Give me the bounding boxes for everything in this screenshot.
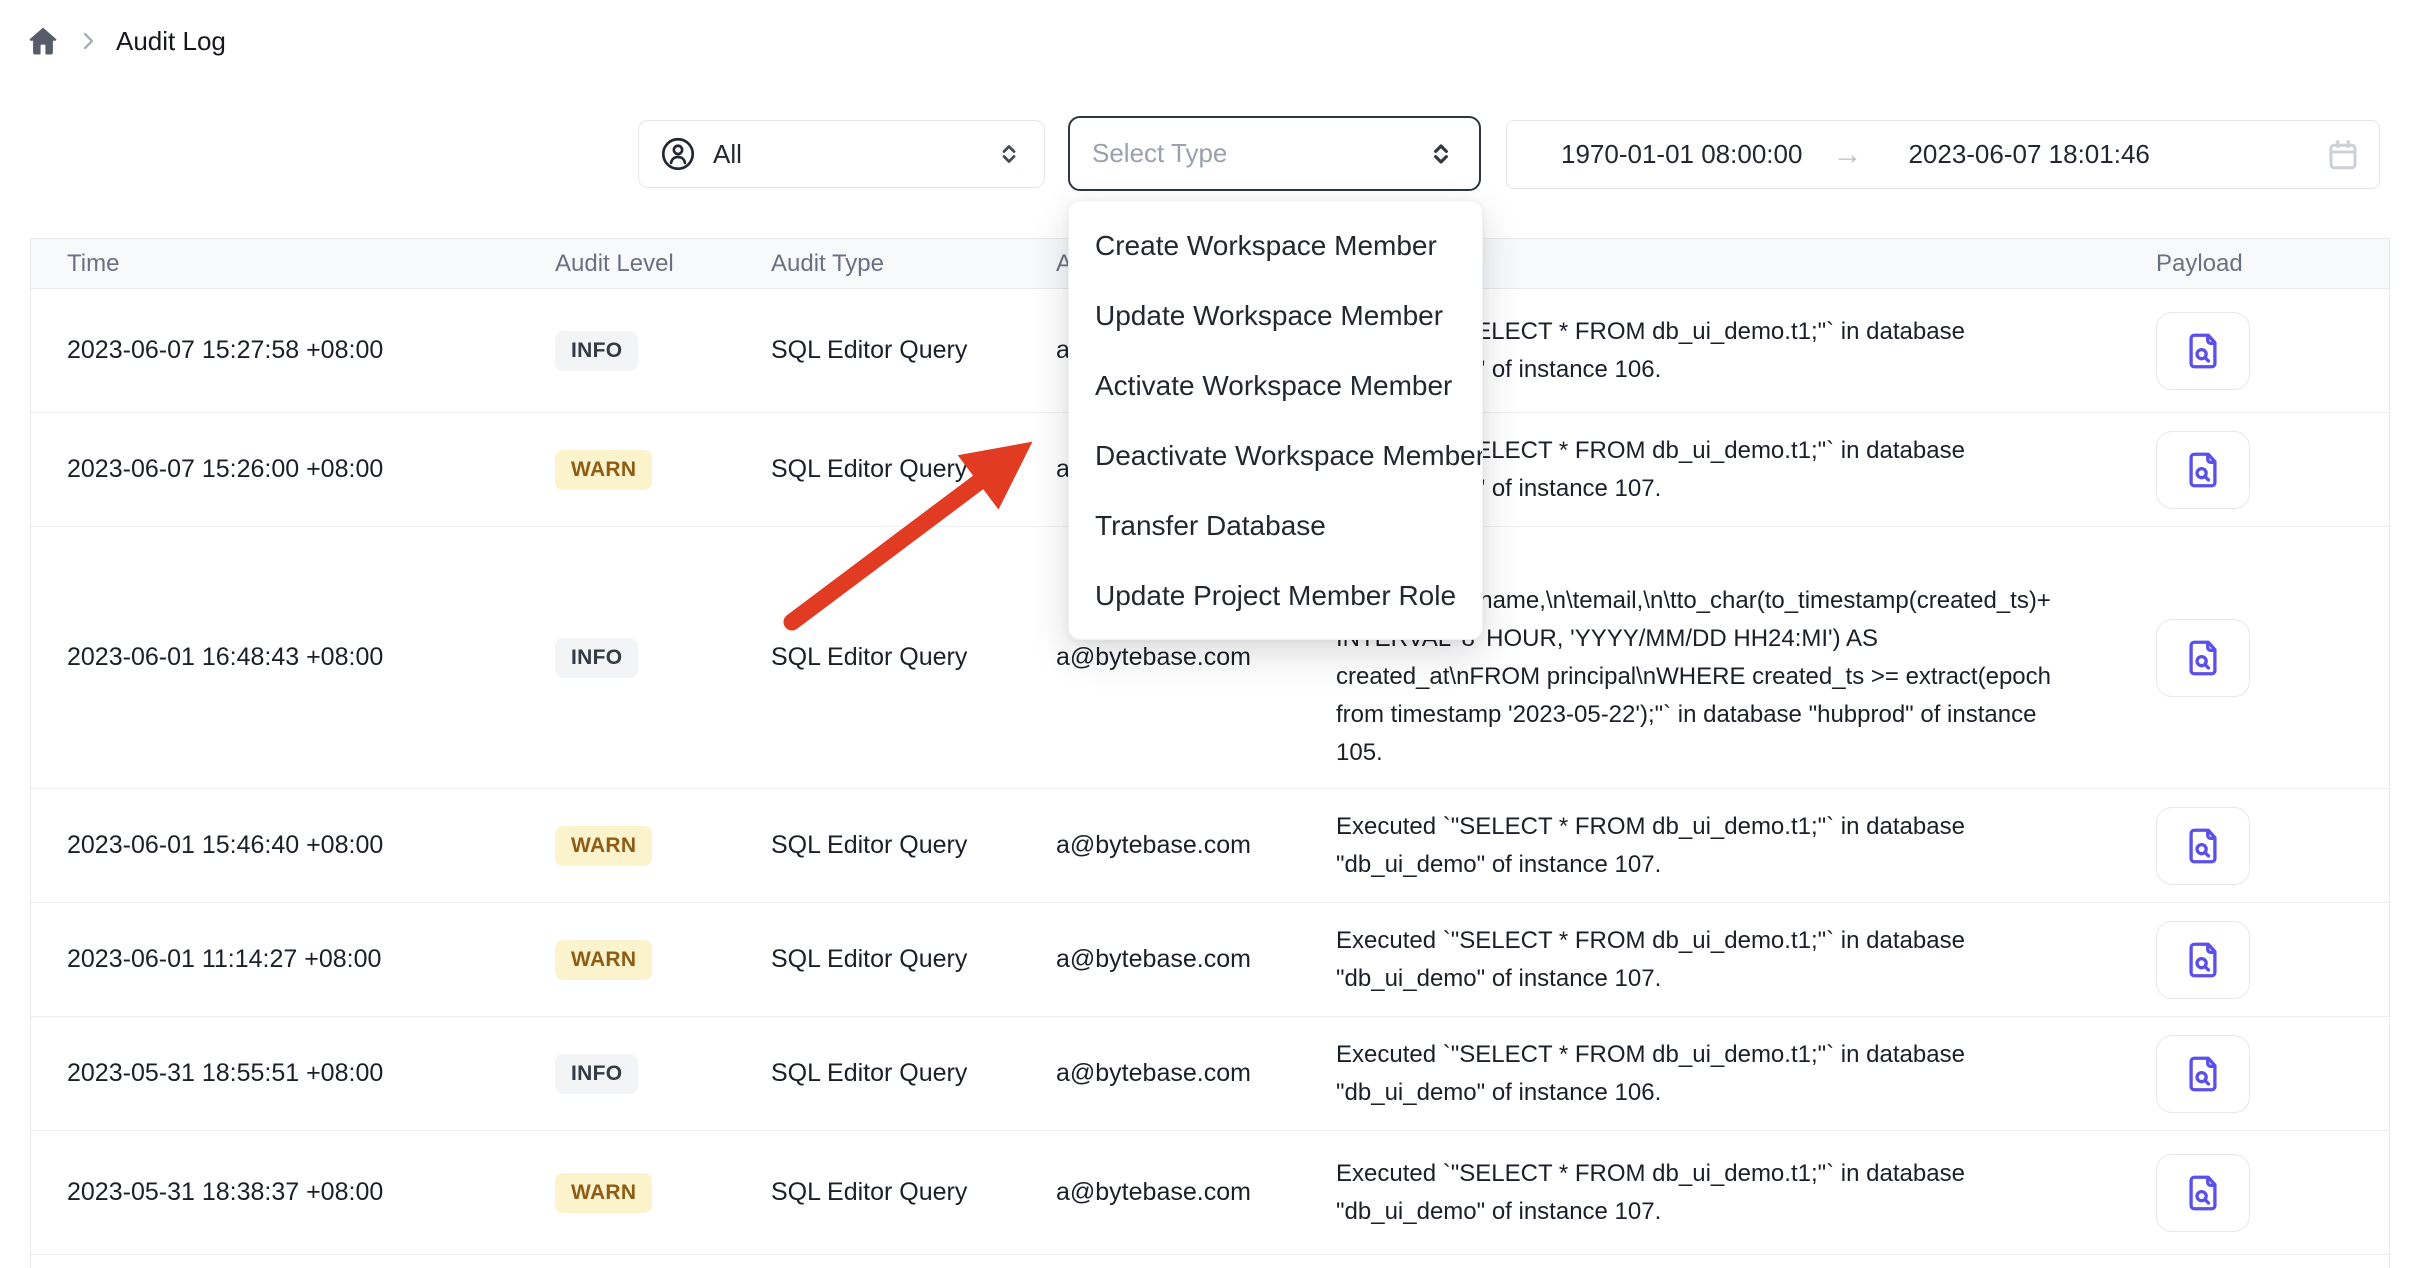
cell-audit-type: SQL Editor Query: [771, 643, 1056, 672]
payload-view-button[interactable]: [2156, 1154, 2250, 1232]
table-row: 2023-05-31 18:38:37 +08:00 WARN SQL Edit…: [31, 1131, 2389, 1255]
audit-log-page: Audit Log All Select Type 1970-: [0, 0, 2410, 1268]
dropdown-option[interactable]: Activate Workspace Member: [1069, 351, 1482, 421]
cell-audit-level: WARN: [555, 1173, 771, 1213]
actor-filter-select[interactable]: All: [638, 120, 1045, 188]
payload-view-button[interactable]: [2156, 807, 2250, 885]
audit-type-dropdown-menu: Create Workspace Member Update Workspace…: [1068, 200, 1483, 640]
dropdown-option[interactable]: Update Project Member Role: [1069, 561, 1482, 631]
actor-filter-value: All: [713, 139, 742, 170]
cell-audit-level: WARN: [555, 450, 771, 490]
cell-audit-level: WARN: [555, 940, 771, 980]
date-range-start[interactable]: 1970-01-01 08:00:00: [1561, 139, 1802, 170]
breadcrumb-chevron-icon: [76, 29, 100, 53]
cell-comment: Executed `"SELECT * FROM db_ui_demo.t1;"…: [1336, 808, 2126, 884]
status-badge: WARN: [555, 826, 652, 866]
payload-view-button[interactable]: [2156, 1035, 2250, 1113]
table-row: 2023-05-31 18:55:51 +08:00 INFO SQL Edit…: [31, 1017, 2389, 1131]
person-circle-icon: [659, 135, 697, 173]
payload-view-button[interactable]: [2156, 619, 2250, 697]
range-arrow-icon: →: [1832, 138, 1862, 172]
cell-time: 2023-06-01 16:48:43 +08:00: [31, 643, 555, 672]
cell-time: 2023-05-31 18:55:51 +08:00: [31, 1059, 555, 1088]
home-icon[interactable]: [26, 24, 60, 58]
cell-audit-type: SQL Editor Query: [771, 1059, 1056, 1088]
status-badge: WARN: [555, 450, 652, 490]
dropdown-option[interactable]: Create Workspace Member: [1069, 211, 1482, 281]
cell-actor: a@bytebase.com: [1056, 643, 1336, 672]
cell-audit-type: SQL Editor Query: [771, 455, 1056, 484]
cell-comment: Executed `"SELECT * FROM db_ui_demo.t1;"…: [1336, 1036, 2126, 1112]
cell-time: 2023-06-01 15:46:40 +08:00: [31, 831, 555, 860]
payload-view-button[interactable]: [2156, 312, 2250, 390]
status-badge: INFO: [555, 1054, 638, 1094]
cell-actor: a@bytebase.com: [1056, 831, 1336, 860]
cell-actor: a@bytebase.com: [1056, 1178, 1336, 1207]
cell-audit-type: SQL Editor Query: [771, 1178, 1056, 1207]
cell-comment: Executed `"SELECT * FROM db_ui_demo.t1;"…: [1336, 1155, 2126, 1231]
cell-payload: [2126, 1154, 2391, 1232]
cell-time: 2023-06-07 15:27:58 +08:00: [31, 336, 555, 365]
cell-audit-level: WARN: [555, 826, 771, 866]
partial-next-row: [31, 1255, 2389, 1268]
table-row: 2023-06-01 11:14:27 +08:00 WARN SQL Edit…: [31, 903, 2389, 1017]
chevron-updown-icon: [994, 139, 1024, 169]
cell-actor: a@bytebase.com: [1056, 945, 1336, 974]
table-row: 2023-06-01 15:46:40 +08:00 WARN SQL Edit…: [31, 789, 2389, 903]
cell-time: 2023-05-31 18:38:37 +08:00: [31, 1178, 555, 1207]
cell-audit-level: INFO: [555, 638, 771, 678]
cell-payload: [2126, 807, 2391, 885]
audit-type-filter-select[interactable]: Select Type: [1068, 116, 1481, 191]
col-header-time: Time: [31, 250, 555, 278]
audit-type-placeholder: Select Type: [1092, 138, 1227, 169]
date-range-picker[interactable]: 1970-01-01 08:00:00 → 2023-06-07 18:01:4…: [1506, 120, 2380, 189]
cell-comment: Executed `"SELECT * FROM db_ui_demo.t1;"…: [1336, 922, 2126, 998]
status-badge: INFO: [555, 638, 638, 678]
payload-view-button[interactable]: [2156, 431, 2250, 509]
chevron-updown-icon: [1425, 138, 1457, 170]
dropdown-option[interactable]: Transfer Database: [1069, 491, 1482, 561]
cell-audit-type: SQL Editor Query: [771, 336, 1056, 365]
cell-payload: [2126, 431, 2391, 509]
cell-payload: [2126, 1035, 2391, 1113]
cell-audit-level: INFO: [555, 1054, 771, 1094]
status-badge: WARN: [555, 1173, 652, 1213]
dropdown-option[interactable]: Deactivate Workspace Member: [1069, 421, 1482, 491]
cell-payload: [2126, 921, 2391, 999]
cell-audit-type: SQL Editor Query: [771, 945, 1056, 974]
cell-audit-type: SQL Editor Query: [771, 831, 1056, 860]
dropdown-option[interactable]: Update Workspace Member: [1069, 281, 1482, 351]
col-header-payload: Payload: [2126, 250, 2391, 278]
breadcrumb: Audit Log: [26, 24, 226, 58]
payload-view-button[interactable]: [2156, 921, 2250, 999]
col-header-level: Audit Level: [555, 250, 771, 278]
cell-time: 2023-06-01 11:14:27 +08:00: [31, 945, 555, 974]
cell-time: 2023-06-07 15:26:00 +08:00: [31, 455, 555, 484]
cell-audit-level: INFO: [555, 331, 771, 371]
date-range-end[interactable]: 2023-06-07 18:01:46: [1908, 139, 2149, 170]
status-badge: WARN: [555, 940, 652, 980]
cell-actor: a@bytebase.com: [1056, 1059, 1336, 1088]
page-title: Audit Log: [116, 26, 226, 57]
cell-payload: [2126, 312, 2391, 390]
calendar-icon: [2325, 137, 2361, 173]
col-header-type: Audit Type: [771, 250, 1056, 278]
cell-payload: [2126, 619, 2391, 697]
status-badge: INFO: [555, 331, 638, 371]
